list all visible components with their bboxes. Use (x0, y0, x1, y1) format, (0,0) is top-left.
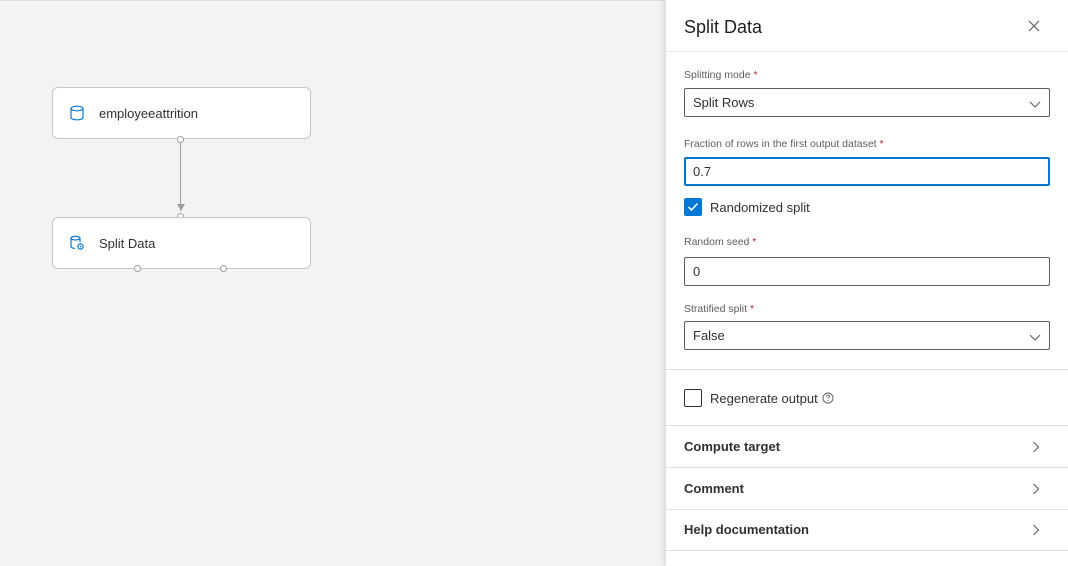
section-help-documentation[interactable]: Help documentation (666, 509, 1068, 551)
stratified-split-dropdown[interactable]: False (684, 321, 1050, 350)
splitting-mode-dropdown[interactable]: Split Rows (684, 88, 1050, 117)
randomized-split-checkbox[interactable] (684, 198, 702, 216)
help-circle-icon[interactable] (822, 392, 834, 404)
chevron-down-icon (1029, 97, 1041, 112)
checkmark-icon (687, 202, 699, 212)
close-icon (1024, 20, 1044, 40)
panel-title: Split Data (684, 17, 763, 37)
properties-panel: Split Data Splitting mode * Split Rows F… (666, 0, 1068, 566)
randomized-split-label: Randomized split (710, 199, 810, 215)
fraction-input[interactable]: 0.7 (684, 157, 1050, 186)
chevron-right-icon (1032, 441, 1040, 456)
regenerate-output-checkbox-row[interactable]: Regenerate output (684, 389, 834, 407)
output-port-right[interactable] (220, 265, 227, 272)
module-node-split-data[interactable]: Split Data (52, 217, 311, 269)
split-data-module-icon (69, 235, 85, 251)
close-button[interactable] (1024, 16, 1044, 36)
regenerate-output-label: Regenerate output (710, 390, 818, 406)
fraction-value: 0.7 (693, 164, 712, 179)
panel-header: Split Data (666, 0, 1068, 52)
chevron-down-icon (1029, 330, 1041, 345)
output-port-left[interactable] (134, 265, 141, 272)
connection-line (180, 143, 181, 211)
divider (666, 369, 1068, 370)
fraction-label: Fraction of rows in the first output dat… (684, 138, 884, 150)
chevron-right-icon (1032, 483, 1040, 498)
pipeline-canvas[interactable]: employeeattrition Split Data (0, 0, 666, 566)
random-seed-input[interactable]: 0 (684, 257, 1050, 286)
canvas-top-border (0, 0, 666, 1)
regenerate-output-checkbox[interactable] (684, 389, 702, 407)
random-seed-value: 0 (693, 264, 701, 279)
section-label: Help documentation (684, 522, 809, 537)
section-label: Comment (684, 481, 744, 496)
node-label: employeeattrition (99, 105, 198, 121)
node-label: Split Data (99, 235, 156, 251)
randomized-split-checkbox-row[interactable]: Randomized split (684, 198, 810, 216)
database-icon (69, 105, 85, 121)
dataset-node-employeeattrition[interactable]: employeeattrition (52, 87, 311, 139)
splitting-mode-label: Splitting mode * (684, 69, 758, 81)
chevron-right-icon (1032, 524, 1040, 539)
section-label: Compute target (684, 439, 781, 454)
section-comment[interactable]: Comment (666, 468, 1068, 510)
connection-arrowhead (177, 204, 185, 211)
stratified-split-label: Stratified split * (684, 303, 755, 315)
random-seed-label: Random seed * (684, 236, 757, 248)
section-compute-target[interactable]: Compute target (666, 426, 1068, 468)
stratified-split-value: False (693, 328, 725, 343)
splitting-mode-value: Split Rows (693, 95, 755, 110)
output-port[interactable] (177, 136, 184, 143)
